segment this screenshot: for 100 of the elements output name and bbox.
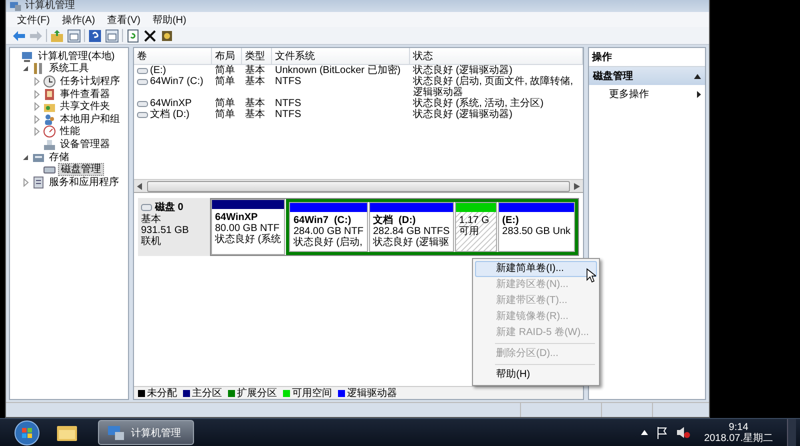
- menu-item[interactable]: 查看(V): [102, 12, 146, 26]
- tree-item[interactable]: 本地用户和组: [58, 114, 122, 125]
- scroll-right-icon[interactable]: [574, 182, 580, 190]
- disk-state: 联机: [141, 236, 162, 247]
- drive-icon: [137, 78, 148, 86]
- menu-item[interactable]: 新建简单卷(I)...: [475, 261, 598, 277]
- table-cell: 简单: [215, 109, 235, 120]
- disk-label-panel[interactable]: 磁盘 0 基本 931.51 GB 联机: [138, 198, 210, 256]
- expand-arrow-icon[interactable]: [32, 76, 41, 86]
- legend-label: 未分配: [147, 386, 177, 400]
- table-cell: 基本: [245, 98, 265, 109]
- speaker-muted-icon[interactable]: [676, 426, 690, 439]
- partition-block[interactable]: 64Win7 (C:) 284.00 GB NTF 状态良好 (启动,: [289, 202, 368, 252]
- tools-icon: [32, 62, 45, 76]
- partition-status: 状态良好 (系统: [215, 234, 282, 245]
- table-cell: NTFS: [275, 76, 302, 87]
- table-cell: 64WinXP: [150, 98, 192, 109]
- legend-label: 主分区: [192, 386, 222, 400]
- legend-label: 扩展分区: [237, 386, 277, 400]
- folder-up-icon[interactable]: [50, 28, 64, 42]
- partition-status: 可用: [459, 226, 480, 237]
- partition-name: (E:): [502, 215, 520, 226]
- menu-item[interactable]: 帮助(H): [475, 367, 598, 383]
- menu-item[interactable]: 帮助(H): [147, 12, 192, 26]
- expand-arrow-icon[interactable]: [21, 178, 30, 187]
- tree-item[interactable]: 存储: [47, 152, 71, 163]
- table-cell: 状态良好 (逻辑驱动器): [413, 109, 512, 120]
- disk-name: 磁盘 0: [155, 200, 184, 214]
- users-icon: [43, 112, 56, 126]
- partition-block[interactable]: 64WinXP 80.00 GB NTF 状态良好 (系统: [211, 199, 286, 255]
- table-cell: (E:): [150, 65, 166, 76]
- pane-icon[interactable]: [67, 28, 81, 42]
- column-header[interactable]: 卷: [134, 48, 212, 65]
- partition-status: 状态良好 (启动,: [293, 237, 364, 248]
- tree-item[interactable]: 磁盘管理: [58, 163, 104, 176]
- app-icon: [10, 1, 21, 11]
- flag-icon[interactable]: [656, 426, 668, 439]
- column-header[interactable]: 类型: [242, 48, 272, 65]
- services-icon: [32, 176, 45, 189]
- computer-icon: [21, 50, 34, 63]
- column-header[interactable]: 布局: [212, 48, 242, 65]
- tree-item[interactable]: 任务计划程序: [58, 76, 122, 87]
- back-icon[interactable]: [12, 28, 26, 42]
- scrollbar[interactable]: [134, 179, 583, 192]
- show-hidden-icon[interactable]: [641, 430, 648, 435]
- table-cell: Unknown (BitLocker 已加密): [275, 65, 401, 76]
- action-item[interactable]: 更多操作: [589, 85, 705, 103]
- table-cell: NTFS: [275, 109, 302, 120]
- tree-item[interactable]: 计算机管理(本地): [36, 50, 117, 62]
- partition-block[interactable]: (E:) 283.50 GB Unk: [498, 202, 575, 252]
- column-header[interactable]: 状态: [410, 48, 583, 65]
- tree-item[interactable]: 事件查看器: [58, 88, 112, 100]
- table-cell: 简单: [215, 65, 235, 76]
- collapse-arrow-icon[interactable]: [21, 64, 30, 74]
- clock-icon: [43, 74, 56, 88]
- pane-icon[interactable]: [105, 28, 119, 42]
- clock[interactable]: 9:14 2018.07.星期二: [698, 422, 779, 444]
- table-cell-text: 状态良好 (启动, 页面文件, 故障转储, 逻辑驱动器: [413, 76, 574, 98]
- table-cell: 64Win7 (C:): [150, 76, 204, 87]
- menu-item[interactable]: 文件(F): [12, 12, 55, 26]
- legend-label: 逻辑驱动器: [347, 386, 397, 400]
- partition-size: 80.00 GB NTF: [215, 223, 280, 234]
- partition-size: 283.50 GB Unk: [502, 226, 571, 237]
- tree-item[interactable]: 系统工具: [47, 63, 91, 74]
- partition-size: 282.84 GB NTFS: [372, 226, 450, 237]
- computer-icon: [107, 424, 125, 440]
- table-cell: 文档 (D:): [150, 109, 190, 120]
- scroll-left-icon[interactable]: [137, 182, 143, 190]
- gauge-icon: [43, 125, 56, 138]
- partition-size: 1.17 G: [459, 215, 490, 226]
- action-section[interactable]: 磁盘管理: [589, 67, 705, 85]
- legend-label: 可用空间: [292, 386, 332, 400]
- column-header[interactable]: 文件系统: [272, 48, 410, 65]
- partition-status: 状态良好 (逻辑驱: [372, 237, 450, 248]
- partition-name: 文档 (D:): [372, 215, 417, 226]
- table-cell: 基本: [245, 65, 265, 76]
- table-cell: NTFS: [275, 98, 302, 109]
- taskbar-button[interactable]: 计算机管理: [98, 420, 194, 445]
- expand-arrow-icon[interactable]: [32, 127, 41, 136]
- table-cell: 简单: [215, 76, 235, 87]
- disk-size: 931.51 GB: [141, 225, 190, 236]
- tree-item[interactable]: 设备管理器: [58, 138, 112, 150]
- expand-arrow-icon[interactable]: [32, 90, 41, 99]
- menu-item[interactable]: 操作(A): [56, 12, 100, 26]
- cursor-icon: [586, 268, 596, 283]
- partition-block[interactable]: 文档 (D:) 282.84 GB NTFS 状态良好 (逻辑驱: [368, 202, 454, 252]
- expand-arrow-icon[interactable]: [32, 102, 41, 112]
- window-title: 计算机管理: [25, 1, 75, 11]
- tree-item[interactable]: 服务和应用程序: [47, 176, 121, 188]
- collapse-arrow-icon[interactable]: [21, 152, 30, 162]
- table-cell: 状态良好 (逻辑驱动器): [413, 65, 512, 76]
- start-button[interactable]: [14, 420, 40, 446]
- tree-item[interactable]: 共享文件夹: [58, 101, 112, 112]
- extended-partition[interactable]: 64Win7 (C:) 284.00 GB NTF 状态良好 (启动, 文档 (D:) 282.84 GB NTFS 状态良好 (逻辑驱 1.17 G 可用 (E:) 283.50 GB Unk: [286, 199, 578, 255]
- tree-item[interactable]: 性能: [58, 126, 82, 138]
- delete-icon[interactable]: [143, 28, 157, 42]
- expand-arrow-icon[interactable]: [32, 114, 41, 124]
- free-space-block[interactable]: 1.17 G 可用: [455, 202, 498, 252]
- table-cell: 基本: [245, 76, 265, 87]
- refresh-icon[interactable]: [126, 28, 140, 42]
